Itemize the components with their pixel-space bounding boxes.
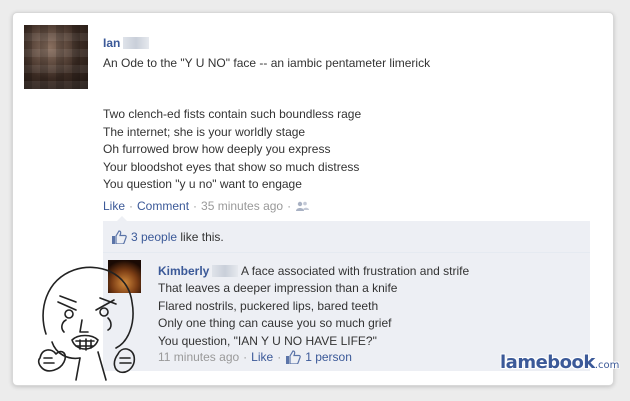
post-timestamp[interactable]: 35 minutes ago [201, 199, 283, 213]
redacted-surname [123, 37, 150, 49]
poem-line: The internet; she is your worldly stage [103, 124, 306, 139]
comment-line: Only one thing can cause you so much gri… [158, 316, 392, 331]
friends-icon[interactable] [295, 201, 310, 211]
y-u-no-face-illustration [37, 266, 136, 381]
likers-link[interactable]: 3 people [131, 230, 177, 244]
comment-like-link[interactable]: Like [251, 350, 273, 364]
likes-suffix: like this. [180, 230, 224, 244]
likes-summary: 3 people like this. [111, 230, 224, 244]
likes-bar: 3 people like this. [103, 216, 590, 253]
poem-body: Two clench-ed fists contain such boundle… [103, 106, 361, 194]
comment-line: Flared nostrils, puckered lips, bared te… [158, 298, 379, 313]
like-link[interactable]: Like [103, 199, 125, 213]
author-name[interactable]: Ian [103, 36, 120, 50]
comment-actions: 11 minutes ago · Like · 1 person [158, 350, 352, 364]
comment-line: That leaves a deeper impression than a k… [158, 281, 398, 296]
comment-line: You question, "IAN Y U NO HAVE LIFE?" [158, 333, 377, 348]
post-actions: Like · Comment · 35 minutes ago · [103, 199, 310, 213]
thumbs-up-icon [286, 350, 301, 364]
comment-link[interactable]: Comment [137, 199, 189, 213]
watermark-tld: .com [594, 360, 620, 371]
poem-line: Two clench-ed fists contain such boundle… [103, 107, 362, 121]
poem-line: Oh furrowed brow how deeply you express [103, 142, 331, 157]
redacted-surname [212, 265, 239, 277]
comment-line: A face associated with frustration and s… [241, 264, 470, 278]
commenter-name[interactable]: Kimberly [158, 264, 209, 278]
author-avatar[interactable] [24, 25, 88, 89]
post-title: An Ode to the "Y U NO" face -- an iambic… [103, 56, 431, 70]
comment-body: Kimberly A face associated with frustrat… [158, 263, 583, 350]
thumbs-up-icon [112, 230, 127, 244]
comment-timestamp[interactable]: 11 minutes ago [158, 350, 239, 364]
comment-likers-link[interactable]: 1 person [305, 350, 352, 364]
poem-line: Your bloodshot eyes that show so much di… [103, 159, 360, 174]
poem-line: You question "y u no" want to engage [103, 177, 302, 192]
watermark-brand: lamebook [500, 352, 595, 373]
post-header: Ian [103, 36, 150, 50]
lamebook-watermark: lamebook.com [500, 352, 619, 373]
